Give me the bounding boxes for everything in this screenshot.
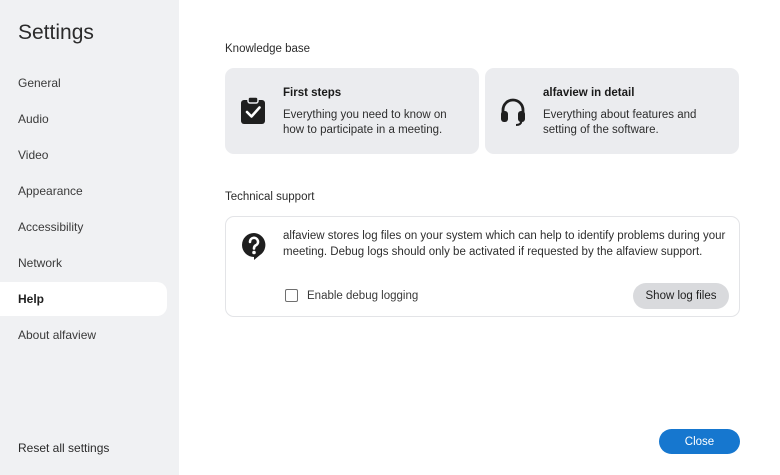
- debug-logging-checkbox[interactable]: [285, 289, 298, 302]
- card-title: alfaview in detail: [543, 87, 635, 99]
- knowledge-base-heading: Knowledge base: [225, 43, 311, 55]
- clipboard-check-icon: [241, 96, 265, 124]
- question-bubble-icon: [242, 233, 266, 260]
- settings-title: Settings: [18, 21, 94, 44]
- sidebar-item-general[interactable]: General: [0, 66, 167, 100]
- sidebar-item-about[interactable]: About alfaview: [0, 318, 167, 352]
- card-description: Everything about features and setting of…: [543, 109, 697, 136]
- debug-logging-label: Enable debug logging: [307, 289, 419, 302]
- support-description: alfaview stores log files on your system…: [283, 230, 726, 258]
- debug-logging-toggle[interactable]: Enable debug logging: [285, 289, 418, 302]
- close-button[interactable]: Close: [659, 429, 740, 454]
- sidebar-item-help[interactable]: Help: [0, 282, 167, 316]
- technical-support-panel: alfaview stores log files on your system…: [225, 216, 740, 317]
- sidebar-item-accessibility[interactable]: Accessibility: [0, 210, 167, 244]
- technical-support-heading: Technical support: [225, 191, 315, 203]
- sidebar-item-network[interactable]: Network: [0, 246, 167, 280]
- alfaview-in-detail-card[interactable]: alfaview in detail Everything about feat…: [485, 68, 739, 154]
- sidebar-item-video[interactable]: Video: [0, 138, 167, 172]
- first-steps-card[interactable]: First steps Everything you need to know …: [225, 68, 479, 154]
- sidebar-item-audio[interactable]: Audio: [0, 102, 167, 136]
- sidebar-item-appearance[interactable]: Appearance: [0, 174, 167, 208]
- card-description: Everything you need to know on how to pa…: [283, 109, 447, 136]
- settings-sidebar: Settings General Audio Video Appearance …: [0, 0, 179, 475]
- card-title: First steps: [283, 87, 342, 99]
- reset-all-settings-link[interactable]: Reset all settings: [18, 441, 109, 455]
- show-log-files-button[interactable]: Show log files: [633, 283, 729, 309]
- headset-icon: [501, 98, 525, 126]
